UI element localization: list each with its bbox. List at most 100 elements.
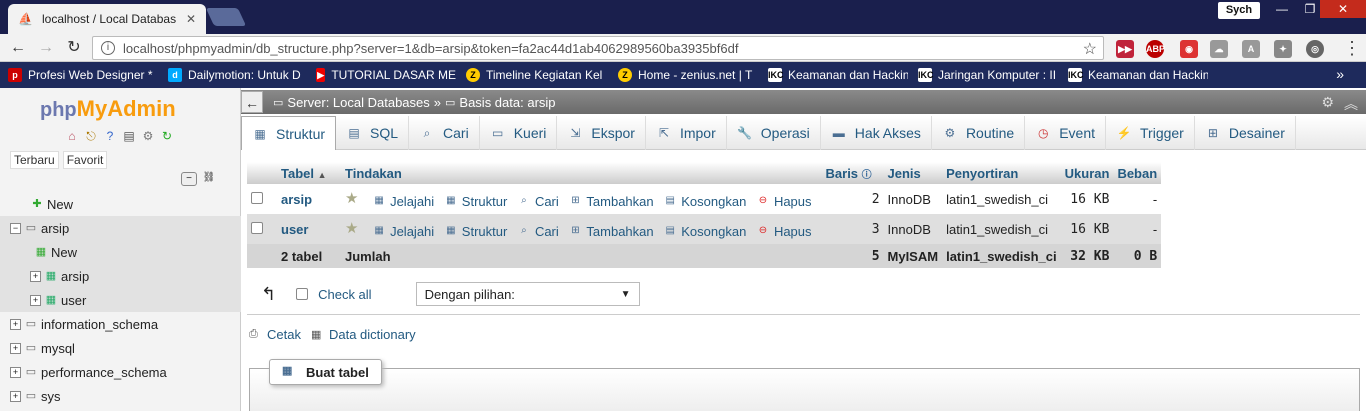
- action-search[interactable]: ⌕ Cari: [517, 194, 559, 209]
- bookmark-item[interactable]: Z Timeline Kegiatan Kel: [466, 68, 608, 82]
- menu-icon[interactable]: ⋮: [1343, 38, 1361, 59]
- collapse-nav-icon[interactable]: ←: [241, 91, 263, 113]
- tree-table-user[interactable]: + ▦ user: [0, 288, 241, 312]
- browser-tab[interactable]: ⛵ localhost / Local Databas ✕: [8, 4, 206, 34]
- more-bookmarks-icon[interactable]: »: [1336, 66, 1344, 82]
- tab-favorites[interactable]: Favorit: [62, 151, 108, 169]
- expand-icon[interactable]: +: [10, 318, 21, 330]
- tab-desainer[interactable]: ⊞ Desainer: [1195, 116, 1296, 150]
- bookmark-item[interactable]: d Dailymotion: Untuk D: [168, 68, 306, 82]
- header-jenis[interactable]: Jenis: [883, 162, 943, 184]
- header-penyortiran[interactable]: Penyortiran: [942, 162, 1061, 184]
- gear-icon[interactable]: ⚙: [140, 128, 156, 144]
- expand-icon[interactable]: +: [10, 366, 21, 378]
- header-baris[interactable]: Baris ⓘ: [821, 162, 884, 184]
- breadcrumb-db[interactable]: Basis data: arsip: [459, 95, 555, 110]
- adblock-icon[interactable]: ABP: [1146, 40, 1165, 58]
- row-checkbox[interactable]: [251, 191, 263, 204]
- address-bar[interactable]: i localhost/phpmyadmin/db_structure.php?…: [92, 36, 1104, 60]
- reload-icon[interactable]: ↻: [159, 128, 175, 144]
- tab-kueri[interactable]: ▭ Kueri: [480, 116, 558, 150]
- new-tab-button[interactable]: [205, 8, 247, 26]
- bookmark-item[interactable]: Z Home - zenius.net | T: [618, 68, 758, 82]
- extension-cloud-icon[interactable]: ☁: [1210, 40, 1228, 58]
- bookmark-item[interactable]: IKC Keamanan dan Hackin: [1068, 68, 1208, 82]
- phpmyadmin-logo[interactable]: phpMyAdmin: [40, 96, 176, 122]
- action-structure[interactable]: ▦ Struktur: [444, 224, 507, 239]
- back-icon[interactable]: ←: [8, 38, 28, 58]
- tab-hak-akses[interactable]: ▬ Hak Akses: [821, 116, 932, 150]
- expand-icon[interactable]: +: [30, 294, 41, 306]
- home-icon[interactable]: ⌂: [64, 128, 80, 144]
- tab-routine[interactable]: ⚙ Routine: [932, 116, 1026, 150]
- expand-icon[interactable]: +: [10, 342, 21, 354]
- tree-db[interactable]: + ▭ performance_schema: [0, 360, 241, 384]
- tab-trigger[interactable]: ⚡ Trigger: [1106, 116, 1195, 150]
- tree-db[interactable]: + ▭ information_schema: [0, 312, 241, 336]
- bookmark-item[interactable]: IKC Jaringan Komputer : II: [918, 68, 1058, 82]
- favorite-star-icon[interactable]: ★: [345, 220, 358, 237]
- extension-puzzle-icon[interactable]: ✦: [1274, 40, 1292, 58]
- check-all[interactable]: Check all: [296, 287, 372, 302]
- tab-struktur[interactable]: ▦ Struktur: [241, 116, 337, 150]
- tab-ekspor[interactable]: ⇲ Ekspor: [557, 116, 646, 150]
- action-structure[interactable]: ▦ Struktur: [444, 194, 507, 209]
- expand-icon[interactable]: +: [10, 390, 21, 402]
- extension-pdf-icon[interactable]: A: [1242, 40, 1260, 58]
- action-insert[interactable]: ⊞ Tambahkan: [568, 194, 653, 209]
- reload-icon[interactable]: ↻: [64, 38, 84, 58]
- tree-db[interactable]: + ▭ mysql: [0, 336, 241, 360]
- tree-db-arsip[interactable]: − ▭ arsip: [0, 216, 241, 240]
- extension-shield-icon[interactable]: ◉: [1180, 40, 1198, 58]
- close-window-icon[interactable]: ✕: [1320, 0, 1366, 18]
- table-name-link[interactable]: user: [277, 214, 341, 244]
- action-insert[interactable]: ⊞ Tambahkan: [568, 224, 653, 239]
- extension-film-icon[interactable]: ◎: [1306, 40, 1324, 58]
- action-browse[interactable]: ▦ Jelajahi: [372, 224, 434, 239]
- tree-db[interactable]: + ▭ sys: [0, 384, 241, 408]
- data-dictionary-link[interactable]: ▦ Data dictionary: [311, 327, 416, 342]
- tree-new[interactable]: ✚ New: [0, 192, 241, 216]
- help-icon[interactable]: ⓘ: [862, 170, 872, 181]
- close-tab-icon[interactable]: ✕: [186, 12, 196, 26]
- header-beban[interactable]: Beban: [1113, 162, 1162, 184]
- help-icon[interactable]: ?: [102, 128, 118, 144]
- tab-cari[interactable]: ⌕ Cari: [409, 116, 480, 150]
- print-link[interactable]: ⎙ Cetak: [249, 327, 301, 342]
- bookmark-item[interactable]: p Profesi Web Designer *: [8, 68, 158, 82]
- link-icon[interactable]: ⛓: [201, 172, 217, 186]
- extension-pushbullet-icon[interactable]: ▶▶: [1116, 40, 1134, 58]
- profile-chip[interactable]: Sych: [1218, 2, 1260, 19]
- action-empty[interactable]: ▤ Kosongkan: [663, 224, 747, 239]
- action-drop[interactable]: ⊖ Hapus: [756, 194, 812, 209]
- create-table-button[interactable]: ▦ Buat tabel: [269, 359, 382, 385]
- logout-icon[interactable]: ⎋: [83, 128, 99, 144]
- expand-icon[interactable]: +: [30, 270, 41, 282]
- tab-recent[interactable]: Terbaru: [10, 151, 59, 169]
- docs-icon[interactable]: ▤: [121, 128, 137, 144]
- tree-new-table[interactable]: ▦ New: [0, 240, 241, 264]
- bookmark-item[interactable]: ▶ TUTORIAL DASAR ME: [316, 68, 456, 82]
- gear-icon[interactable]: ⚙: [1321, 94, 1334, 114]
- collapse-icon[interactable]: −: [10, 222, 21, 234]
- minimize-icon[interactable]: —: [1268, 0, 1296, 18]
- row-size[interactable]: 16 KB: [1060, 214, 1114, 244]
- bookmark-item[interactable]: IKC Keamanan dan Hackin: [768, 68, 908, 82]
- action-search[interactable]: ⌕ Cari: [517, 224, 559, 239]
- info-icon[interactable]: i: [101, 41, 115, 55]
- collapse-up-icon[interactable]: ︽: [1344, 94, 1358, 114]
- tab-operasi[interactable]: 🔧 Operasi: [727, 116, 821, 150]
- row-checkbox[interactable]: [251, 221, 263, 234]
- header-tabel[interactable]: Tabel ▲: [277, 162, 341, 184]
- tab-impor[interactable]: ⇱ Impor: [646, 116, 727, 150]
- row-size[interactable]: 16 KB: [1060, 184, 1114, 214]
- collapse-all-icon[interactable]: −: [181, 172, 197, 186]
- breadcrumb-server[interactable]: Server: Local Databases: [287, 95, 429, 110]
- favorite-star-icon[interactable]: ★: [345, 190, 358, 207]
- header-ukuran[interactable]: Ukuran: [1060, 162, 1114, 184]
- action-browse[interactable]: ▦ Jelajahi: [372, 194, 434, 209]
- tree-table-arsip[interactable]: + ▦ arsip: [0, 264, 241, 288]
- bookmark-star-icon[interactable]: ☆: [1083, 39, 1097, 59]
- tab-event[interactable]: ◷ Event: [1025, 116, 1107, 150]
- action-drop[interactable]: ⊖ Hapus: [756, 224, 812, 239]
